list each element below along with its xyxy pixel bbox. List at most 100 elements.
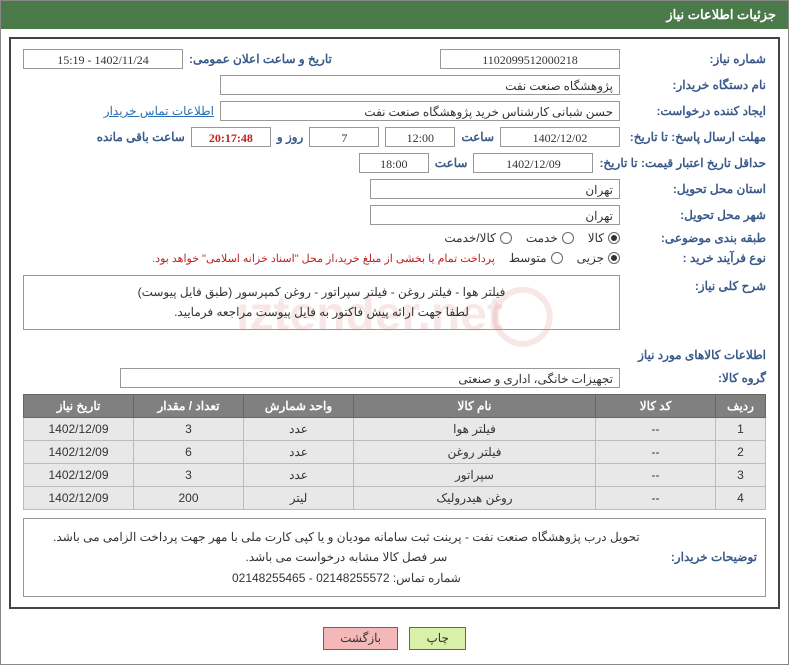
reply-time-label: ساعت bbox=[461, 130, 494, 144]
cell-unit: عدد bbox=[244, 417, 354, 440]
need-number-label: شماره نیاز: bbox=[626, 52, 766, 66]
cell-qty: 6 bbox=[134, 440, 244, 463]
row-general-desc: شرح کلی نیاز: فیلتر هوا - فیلتر روغن - ف… bbox=[23, 271, 766, 340]
radio-minor[interactable] bbox=[608, 252, 620, 264]
row-reply-deadline: مهلت ارسال پاسخ: تا تاریخ: 1402/12/02 سا… bbox=[23, 127, 766, 147]
th-code: کد کالا bbox=[596, 394, 716, 417]
cell-row: 4 bbox=[716, 486, 766, 509]
content-panel: iztender.net شماره نیاز: 110209951200021… bbox=[9, 37, 780, 609]
price-time-label: ساعت bbox=[435, 156, 468, 170]
footer-buttons: چاپ بازگشت bbox=[1, 617, 788, 664]
reply-deadline-date: 1402/12/02 bbox=[500, 127, 620, 147]
row-requester: ایجاد کننده درخواست: حسن شبانی کارشناس خ… bbox=[23, 101, 766, 121]
radio-minor-label: جزیی bbox=[577, 251, 604, 265]
reply-deadline-time: 12:00 bbox=[385, 127, 455, 147]
cell-qty: 3 bbox=[134, 417, 244, 440]
row-price-validity: حداقل تاریخ اعتبار قیمت: تا تاریخ: 1402/… bbox=[23, 153, 766, 173]
print-button[interactable]: چاپ bbox=[409, 627, 465, 650]
th-unit: واحد شمارش bbox=[244, 394, 354, 417]
radio-medium-label: متوسط bbox=[509, 251, 547, 265]
price-validity-date: 1402/12/09 bbox=[473, 153, 593, 173]
th-date: تاریخ نیاز bbox=[24, 394, 134, 417]
delivery-province-value: تهران bbox=[370, 179, 620, 199]
buyer-notes-label: توضیحات خریدار: bbox=[671, 550, 757, 564]
th-qty: تعداد / مقدار bbox=[134, 394, 244, 417]
buyer-org-value: پژوهشگاه صنعت نفت bbox=[220, 75, 620, 95]
cell-row: 3 bbox=[716, 463, 766, 486]
row-buyer-org: نام دستگاه خریدار: پژوهشگاه صنعت نفت bbox=[23, 75, 766, 95]
requester-value: حسن شبانی کارشناس خرید پژوهشگاه صنعت نفت bbox=[220, 101, 620, 121]
buyer-notes-line1: تحویل درب پژوهشگاه صنعت نفت - پرینت ثبت … bbox=[32, 527, 661, 547]
cell-unit: لیتر bbox=[244, 486, 354, 509]
cell-code: -- bbox=[596, 463, 716, 486]
purchase-type-group: جزیی متوسط bbox=[509, 251, 620, 265]
reply-deadline-label: مهلت ارسال پاسخ: تا تاریخ: bbox=[626, 130, 766, 144]
radio-goods[interactable] bbox=[608, 232, 620, 244]
delivery-city-value: تهران bbox=[370, 205, 620, 225]
group-value: تجهیزات خانگی، اداری و صنعتی bbox=[120, 368, 620, 388]
items-table: ردیف کد کالا نام کالا واحد شمارش تعداد /… bbox=[23, 394, 766, 510]
radio-medium[interactable] bbox=[551, 252, 563, 264]
cell-name: سپراتور bbox=[354, 463, 596, 486]
reply-days: 7 bbox=[309, 127, 379, 147]
table-row: 3--سپراتورعدد31402/12/09 bbox=[24, 463, 766, 486]
buyer-notes-line3: شماره تماس: 02148255572 - 02148255465 bbox=[32, 568, 661, 588]
radio-both[interactable] bbox=[500, 232, 512, 244]
buyer-org-label: نام دستگاه خریدار: bbox=[626, 78, 766, 92]
subject-class-label: طبقه بندی موضوعی: bbox=[626, 231, 766, 245]
buyer-notes-line2: سر فصل کالا مشابه درخواست می باشد. bbox=[32, 547, 661, 567]
announce-value: 1402/11/24 - 15:19 bbox=[23, 49, 183, 69]
th-name: نام کالا bbox=[354, 394, 596, 417]
radio-both-label: کالا/خدمت bbox=[444, 231, 495, 245]
items-section-title: اطلاعات کالاهای مورد نیاز bbox=[23, 348, 766, 362]
contact-buyer-link[interactable]: اطلاعات تماس خریدار bbox=[104, 104, 214, 118]
table-row: 1--فیلتر هواعدد31402/12/09 bbox=[24, 417, 766, 440]
table-row: 4--روغن هیدرولیکلیتر2001402/12/09 bbox=[24, 486, 766, 509]
remaining-label: ساعت باقی مانده bbox=[97, 130, 185, 144]
th-row: ردیف bbox=[716, 394, 766, 417]
cell-unit: عدد bbox=[244, 440, 354, 463]
cell-row: 2 bbox=[716, 440, 766, 463]
countdown-value: 20:17:48 bbox=[191, 127, 271, 147]
radio-service[interactable] bbox=[562, 232, 574, 244]
cell-code: -- bbox=[596, 417, 716, 440]
row-delivery-city: شهر محل تحویل: تهران bbox=[23, 205, 766, 225]
requester-label: ایجاد کننده درخواست: bbox=[626, 104, 766, 118]
cell-unit: عدد bbox=[244, 463, 354, 486]
treasury-note: پرداخت تمام یا بخشی از مبلغ خرید،از محل … bbox=[152, 252, 495, 265]
page-container: جزئیات اطلاعات نیاز iztender.net شماره ن… bbox=[0, 0, 789, 665]
purchase-type-label: نوع فرآیند خرید : bbox=[626, 251, 766, 265]
cell-name: روغن هیدرولیک bbox=[354, 486, 596, 509]
cell-date: 1402/12/09 bbox=[24, 463, 134, 486]
row-subject-class: طبقه بندی موضوعی: کالا خدمت کالا/خدمت bbox=[23, 231, 766, 245]
cell-date: 1402/12/09 bbox=[24, 486, 134, 509]
page-title: جزئیات اطلاعات نیاز bbox=[666, 7, 776, 22]
cell-qty: 3 bbox=[134, 463, 244, 486]
group-label: گروه کالا: bbox=[626, 371, 766, 385]
general-desc-line2: لطفا جهت ارائه پیش فاکتور به فایل پیوست … bbox=[34, 302, 609, 322]
cell-code: -- bbox=[596, 486, 716, 509]
cell-name: فیلتر هوا bbox=[354, 417, 596, 440]
need-number-value: 1102099512000218 bbox=[440, 49, 620, 69]
row-purchase-type: نوع فرآیند خرید : جزیی متوسط پرداخت تمام… bbox=[23, 251, 766, 265]
days-label: روز و bbox=[277, 130, 304, 144]
cell-qty: 200 bbox=[134, 486, 244, 509]
table-header-row: ردیف کد کالا نام کالا واحد شمارش تعداد /… bbox=[24, 394, 766, 417]
price-validity-time: 18:00 bbox=[359, 153, 429, 173]
back-button[interactable]: بازگشت bbox=[323, 627, 398, 650]
row-delivery-province: استان محل تحویل: تهران bbox=[23, 179, 766, 199]
page-title-bar: جزئیات اطلاعات نیاز bbox=[1, 1, 788, 29]
general-desc-label: شرح کلی نیاز: bbox=[626, 271, 766, 293]
delivery-province-label: استان محل تحویل: bbox=[626, 182, 766, 196]
radio-service-label: خدمت bbox=[526, 231, 558, 245]
cell-date: 1402/12/09 bbox=[24, 440, 134, 463]
buyer-notes-box: توضیحات خریدار: تحویل درب پژوهشگاه صنعت … bbox=[23, 518, 766, 597]
row-group: گروه کالا: تجهیزات خانگی، اداری و صنعتی bbox=[23, 368, 766, 388]
subject-class-group: کالا خدمت کالا/خدمت bbox=[444, 231, 620, 245]
general-desc-box: فیلتر هوا - فیلتر روغن - فیلتر سپراتور -… bbox=[23, 275, 620, 330]
delivery-city-label: شهر محل تحویل: bbox=[626, 208, 766, 222]
cell-row: 1 bbox=[716, 417, 766, 440]
row-need-number: شماره نیاز: 1102099512000218 تاریخ و ساع… bbox=[23, 49, 766, 69]
price-validity-label: حداقل تاریخ اعتبار قیمت: تا تاریخ: bbox=[599, 156, 766, 170]
announce-label: تاریخ و ساعت اعلان عمومی: bbox=[189, 52, 332, 66]
